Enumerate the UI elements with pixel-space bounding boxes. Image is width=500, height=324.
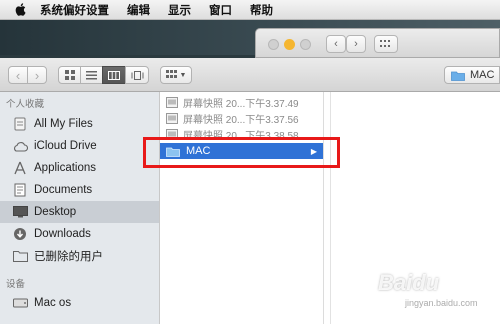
icon-view-icon <box>64 70 75 80</box>
baidu-watermark-url: jingyan.baidu.com <box>405 298 478 308</box>
grid-icon <box>380 40 390 47</box>
chevron-left-icon: ‹ <box>15 67 21 83</box>
sidebar-item-downloads[interactable]: Downloads <box>0 223 159 245</box>
list-item[interactable]: 屏幕快照 20...下午3.37.56 <box>160 111 323 126</box>
sidebar: 个人收藏 All My Files iCloud Drive Applicati… <box>0 92 160 324</box>
documents-icon <box>12 182 28 198</box>
chevron-right-icon: › <box>34 67 40 83</box>
file-name: 屏幕快照 20...下午3.37.56 <box>183 114 299 126</box>
sidebar-item-label: iCloud Drive <box>34 140 97 152</box>
sidebar-item-label: 已删除的用户 <box>34 251 103 263</box>
cloud-icon <box>12 138 28 154</box>
zoom-button[interactable] <box>300 39 311 50</box>
menu-window[interactable]: 窗口 <box>209 2 232 18</box>
icon-view-button[interactable] <box>58 66 81 84</box>
view-options-button[interactable] <box>374 35 398 53</box>
column-view-icon <box>108 70 120 80</box>
background-window[interactable]: ‹ › <box>255 28 500 58</box>
arrange-icon <box>165 70 177 78</box>
folder-icon <box>12 248 28 264</box>
list-view-button[interactable] <box>80 66 103 84</box>
sidebar-item-label: All My Files <box>34 118 93 130</box>
sidebar-item-mac-os[interactable]: Mac os <box>0 292 159 314</box>
applications-icon <box>12 160 28 176</box>
all-files-icon <box>12 116 28 132</box>
sidebar-item-all-my-files[interactable]: All My Files <box>0 113 159 135</box>
column-view-button[interactable] <box>102 66 126 84</box>
chevron-down-icon: ▼ <box>179 71 187 79</box>
desktop-icon <box>12 204 28 220</box>
minimize-button[interactable] <box>284 39 295 50</box>
list-view-icon <box>86 70 97 79</box>
column-desktop: 屏幕快照 20...下午3.37.49 屏幕快照 20...下午3.37.56 … <box>160 92 324 324</box>
baidu-watermark-logo: Baidu <box>378 270 440 295</box>
apple-icon[interactable] <box>10 3 30 16</box>
cover-flow-button[interactable] <box>125 66 149 84</box>
menu-edit[interactable]: 编辑 <box>127 2 150 18</box>
annotation-highlight-box <box>143 137 340 168</box>
current-folder-label: MAC <box>470 69 495 81</box>
menu-system-preferences[interactable]: 系统偏好设置 <box>40 2 109 18</box>
menu-help[interactable]: 帮助 <box>250 2 273 18</box>
file-name: 屏幕快照 20...下午3.37.49 <box>183 98 299 110</box>
favorites-header: 个人收藏 <box>6 99 45 110</box>
sidebar-item-label: Desktop <box>34 206 77 218</box>
forward-button[interactable]: › <box>346 35 366 53</box>
cover-flow-icon <box>131 70 143 80</box>
sidebar-item-deleted-users[interactable]: 已删除的用户 <box>0 245 159 267</box>
devices-header: 设备 <box>6 279 26 290</box>
chevron-left-icon: ‹ <box>334 38 338 50</box>
screenshot-file-icon <box>166 96 178 108</box>
folder-icon <box>451 71 465 81</box>
disk-icon <box>12 295 28 311</box>
menu-bar: 系统偏好设置 编辑 显示 窗口 帮助 <box>0 0 500 20</box>
sidebar-item-label: Applications <box>34 162 97 174</box>
sidebar-item-documents[interactable]: Documents <box>0 179 159 201</box>
finder-toolbar: ‹ › ▼ MAC <box>0 58 500 92</box>
back-button[interactable]: ‹ <box>8 66 28 84</box>
sidebar-item-label: Downloads <box>34 228 91 240</box>
arrange-button[interactable]: ▼ <box>160 66 192 84</box>
sidebar-item-label: Mac os <box>34 297 72 309</box>
menu-view[interactable]: 显示 <box>168 2 191 18</box>
sidebar-item-label: Documents <box>34 184 93 196</box>
path-folder-button[interactable]: MAC <box>444 66 500 84</box>
screenshot-file-icon <box>166 112 178 124</box>
sidebar-item-desktop[interactable]: Desktop <box>0 201 159 223</box>
back-button[interactable]: ‹ <box>326 35 346 53</box>
list-item[interactable]: 屏幕快照 20...下午3.37.49 <box>160 95 323 110</box>
downloads-icon <box>12 226 28 242</box>
close-button[interactable] <box>268 39 279 50</box>
forward-button[interactable]: › <box>27 66 47 84</box>
chevron-right-icon: › <box>354 38 358 50</box>
sidebar-item-applications[interactable]: Applications <box>0 157 159 179</box>
sidebar-item-icloud-drive[interactable]: iCloud Drive <box>0 135 159 157</box>
